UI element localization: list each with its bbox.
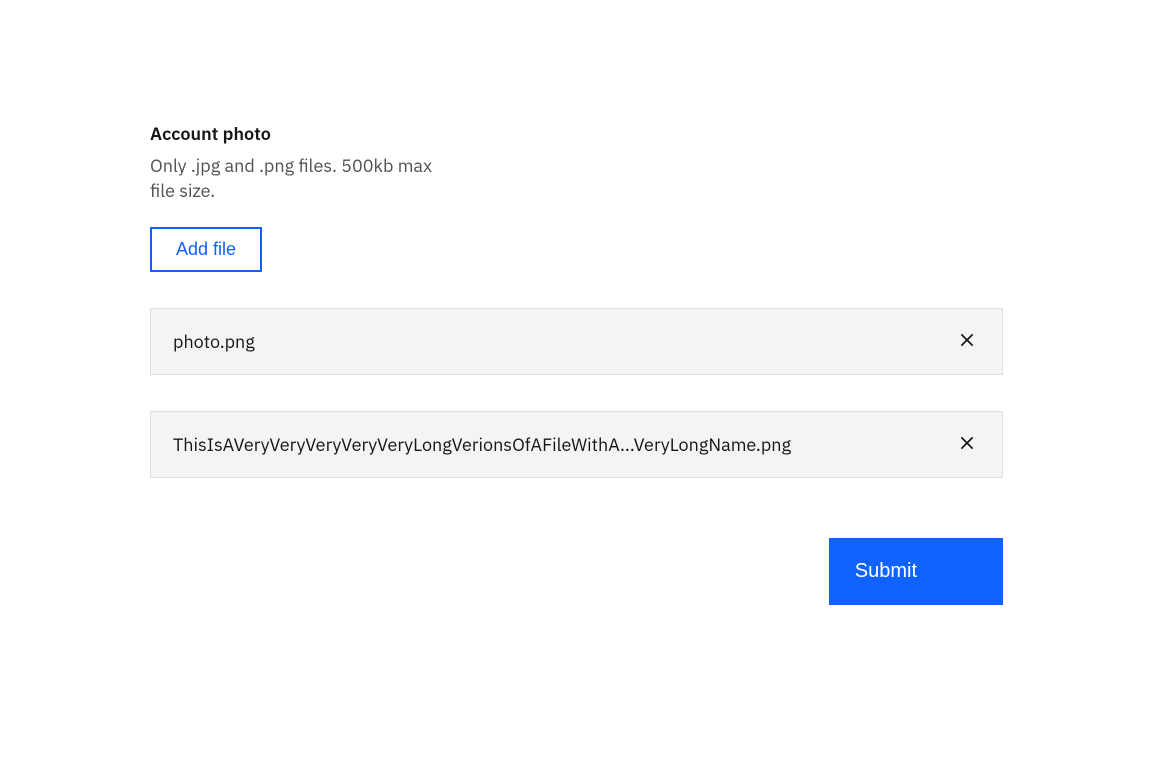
- section-description: Only .jpg and .png files. 500kb max file…: [150, 153, 450, 203]
- file-name: photo.png: [173, 330, 938, 353]
- section-title: Account photo: [150, 122, 1003, 145]
- file-item: ThisIsAVeryVeryVeryVeryVeryLongVerionsOf…: [150, 411, 1003, 478]
- add-file-button[interactable]: Add file: [150, 227, 262, 272]
- close-icon: [958, 331, 976, 352]
- submit-row: Submit: [150, 538, 1003, 605]
- file-name: ThisIsAVeryVeryVeryVeryVeryLongVerionsOf…: [173, 433, 938, 456]
- file-list: photo.png ThisIsAVeryVeryVeryVeryVeryLon…: [150, 308, 1003, 478]
- file-item: photo.png: [150, 308, 1003, 375]
- submit-button[interactable]: Submit: [829, 538, 1003, 605]
- remove-file-button[interactable]: [954, 327, 980, 356]
- file-uploader: Account photo Only .jpg and .png files. …: [150, 122, 1003, 605]
- close-icon: [958, 434, 976, 455]
- remove-file-button[interactable]: [954, 430, 980, 459]
